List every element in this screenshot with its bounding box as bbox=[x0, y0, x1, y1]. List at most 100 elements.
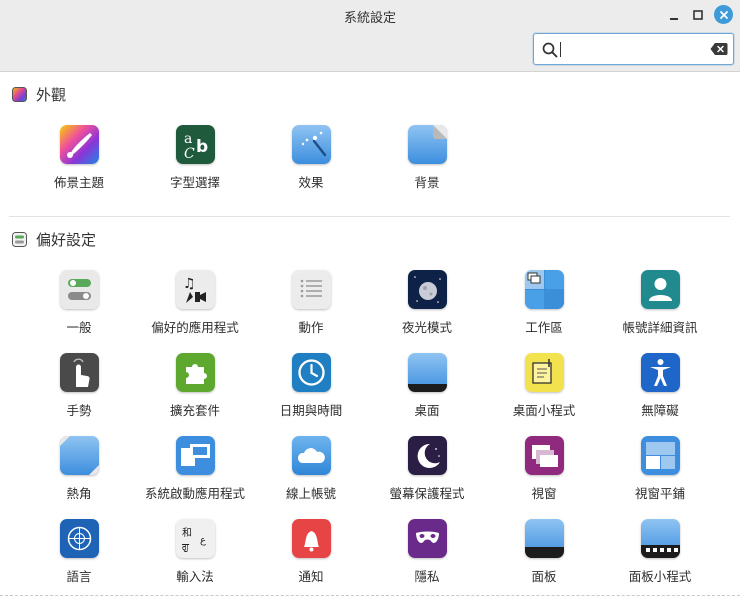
settings-item-label: 手勢 bbox=[66, 403, 92, 418]
settings-item-input-method[interactable]: 和 ਗੁ ع 輸入法 bbox=[137, 519, 253, 585]
settings-item-label: 面板 bbox=[531, 569, 557, 584]
svg-text:C: C bbox=[184, 146, 195, 162]
windows-icon bbox=[524, 436, 564, 475]
settings-item-label: 工作區 bbox=[525, 320, 563, 335]
settings-item-label: 動作 bbox=[298, 320, 324, 335]
section-preferences-header: 偏好設定 bbox=[12, 229, 96, 250]
maximize-button[interactable] bbox=[688, 5, 708, 25]
screensaver-icon bbox=[407, 436, 447, 475]
settings-item-label: 擴充套件 bbox=[169, 403, 220, 418]
notifications-icon bbox=[291, 519, 331, 558]
settings-item-night-light[interactable]: 夜光模式 bbox=[369, 270, 485, 336]
hot-corners-icon bbox=[59, 436, 99, 475]
svg-text:b: b bbox=[196, 137, 208, 157]
title-bar: 系統設定 bbox=[0, 0, 740, 72]
settings-item-gestures[interactable]: 手勢 bbox=[21, 353, 137, 419]
settings-item-workspaces[interactable]: 工作區 bbox=[486, 270, 602, 336]
settings-item-label: 無障礙 bbox=[641, 403, 679, 418]
settings-item-label: 線上帳號 bbox=[285, 486, 336, 501]
settings-item-label: 字型選擇 bbox=[169, 175, 220, 190]
settings-item-actions[interactable]: 動作 bbox=[253, 270, 369, 336]
settings-item-themes[interactable]: 佈景主題 bbox=[21, 125, 137, 191]
settings-item-desklets[interactable]: 桌面小程式 bbox=[486, 353, 602, 419]
svg-text:和: 和 bbox=[182, 527, 192, 539]
maximize-icon bbox=[693, 10, 703, 20]
settings-item-applets[interactable]: 面板小程式 bbox=[602, 519, 718, 585]
minimize-button[interactable] bbox=[664, 5, 684, 25]
search-icon bbox=[542, 42, 558, 58]
window-tiling-icon bbox=[640, 436, 680, 475]
settings-item-account[interactable]: 帳號詳細資訊 bbox=[602, 270, 718, 336]
gestures-icon bbox=[59, 353, 99, 392]
settings-item-startup-apps[interactable]: 系統啟動應用程式 bbox=[137, 436, 253, 502]
panel-icon bbox=[524, 519, 564, 558]
settings-item-windows[interactable]: 視窗 bbox=[486, 436, 602, 502]
minimize-icon bbox=[670, 18, 678, 20]
desktop-icon bbox=[407, 353, 447, 392]
settings-item-hot-corners[interactable]: 熱角 bbox=[21, 436, 137, 502]
svg-text:ع: ع bbox=[200, 535, 206, 546]
general-icon bbox=[59, 270, 99, 309]
backgrounds-icon bbox=[407, 125, 447, 164]
desklets-icon bbox=[524, 353, 564, 392]
settings-item-label: 背景 bbox=[414, 175, 440, 190]
workspaces-icon bbox=[524, 270, 564, 309]
settings-item-panel[interactable]: 面板 bbox=[486, 519, 602, 585]
settings-item-label: 語言 bbox=[66, 569, 92, 584]
settings-item-general[interactable]: 一般 bbox=[21, 270, 137, 336]
settings-item-label: 日期與時間 bbox=[279, 403, 343, 418]
settings-item-effects[interactable]: 效果 bbox=[253, 125, 369, 191]
languages-icon bbox=[59, 519, 99, 558]
settings-item-label: 輸入法 bbox=[176, 569, 214, 584]
close-button[interactable] bbox=[714, 5, 733, 24]
startup-apps-icon bbox=[175, 436, 215, 475]
settings-item-backgrounds[interactable]: 背景 bbox=[369, 125, 485, 191]
settings-item-label: 夜光模式 bbox=[401, 320, 452, 335]
scroll-edge bbox=[0, 595, 740, 596]
account-icon bbox=[640, 270, 680, 309]
settings-item-label: 通知 bbox=[298, 569, 324, 584]
settings-item-languages[interactable]: 語言 bbox=[21, 519, 137, 585]
night-light-icon bbox=[407, 270, 447, 309]
settings-item-window-tiling[interactable]: 視窗平鋪 bbox=[602, 436, 718, 502]
window-title: 系統設定 bbox=[343, 11, 396, 26]
section-title: 外觀 bbox=[36, 86, 67, 104]
actions-icon bbox=[291, 270, 331, 309]
privacy-icon bbox=[407, 519, 447, 558]
settings-item-preferred-apps[interactable]: ♫ 偏好的應用程式 bbox=[137, 270, 253, 336]
settings-item-label: 桌面 bbox=[414, 403, 440, 418]
settings-item-label: 桌面小程式 bbox=[512, 403, 576, 418]
settings-item-label: 熱角 bbox=[66, 486, 92, 501]
settings-item-label: 螢幕保護程式 bbox=[389, 486, 465, 501]
settings-item-notifications[interactable]: 通知 bbox=[253, 519, 369, 585]
settings-item-desktop[interactable]: 桌面 bbox=[369, 353, 485, 419]
settings-item-label: 效果 bbox=[298, 175, 324, 190]
preferences-section-icon bbox=[12, 232, 27, 247]
settings-item-privacy[interactable]: 隱私 bbox=[369, 519, 485, 585]
search-input[interactable] bbox=[560, 38, 706, 60]
settings-item-extensions[interactable]: 擴充套件 bbox=[137, 353, 253, 419]
search-box[interactable] bbox=[533, 33, 734, 65]
extensions-icon bbox=[175, 353, 215, 392]
settings-item-screensaver[interactable]: 螢幕保護程式 bbox=[369, 436, 485, 502]
settings-item-label: 視窗平鋪 bbox=[634, 486, 685, 501]
settings-item-online-accounts[interactable]: 線上帳號 bbox=[253, 436, 369, 502]
effects-icon bbox=[291, 125, 331, 164]
settings-item-accessibility[interactable]: 無障礙 bbox=[602, 353, 718, 419]
section-title: 偏好設定 bbox=[36, 231, 97, 249]
settings-item-label: 視窗 bbox=[531, 486, 557, 501]
clear-search-icon[interactable] bbox=[710, 42, 728, 56]
settings-item-fonts[interactable]: a Cb 字型選擇 bbox=[137, 125, 253, 191]
svg-text:♫: ♫ bbox=[183, 276, 196, 292]
appearance-section-icon bbox=[12, 87, 27, 102]
themes-icon bbox=[59, 125, 99, 164]
close-icon bbox=[719, 10, 728, 19]
online-accounts-icon bbox=[291, 436, 331, 475]
svg-text:a: a bbox=[184, 131, 192, 147]
fonts-icon: aCb bbox=[175, 125, 215, 164]
preferred-apps-icon: ♫ bbox=[175, 270, 215, 309]
settings-item-label: 系統啟動應用程式 bbox=[144, 486, 245, 501]
text-cursor bbox=[560, 42, 561, 57]
settings-item-clock[interactable]: 日期與時間 bbox=[253, 353, 369, 419]
accessibility-icon bbox=[640, 353, 680, 392]
